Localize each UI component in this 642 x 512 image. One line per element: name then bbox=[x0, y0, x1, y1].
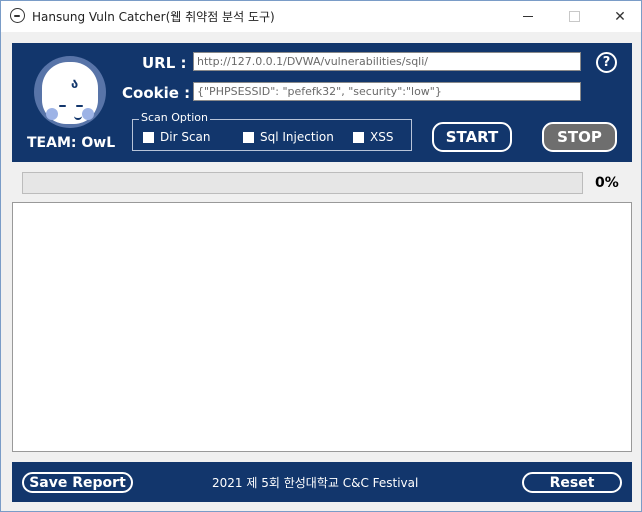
owl-eye-right bbox=[76, 105, 83, 107]
minimize-icon bbox=[523, 16, 533, 17]
app-icon bbox=[10, 8, 25, 23]
owl-tuft: ა bbox=[71, 77, 79, 92]
scan-option-legend: Scan Option bbox=[139, 111, 210, 124]
owl-face: ა bbox=[42, 62, 98, 124]
xss-checkbox[interactable] bbox=[353, 131, 364, 143]
url-input[interactable] bbox=[193, 52, 581, 71]
save-report-button[interactable]: Save Report bbox=[22, 472, 133, 493]
title-bar: Hansung Vuln Catcher(웹 취약점 분석 도구) ✕ bbox=[1, 1, 641, 32]
dir-scan-checkbox[interactable] bbox=[143, 131, 154, 143]
dir-scan-label: Dir Scan bbox=[160, 130, 211, 144]
reset-button[interactable]: Reset bbox=[522, 472, 622, 493]
sql-injection-checkbox[interactable] bbox=[243, 131, 254, 143]
footer-panel: Save Report 2021 제 5회 한성대학교 C&C Festival… bbox=[12, 462, 632, 502]
cookie-label: Cookie : bbox=[122, 84, 191, 102]
scan-option-group: Scan Option Dir Scan Sql Injection XSS bbox=[132, 111, 412, 151]
start-button[interactable]: START bbox=[432, 122, 512, 152]
help-button[interactable]: ? bbox=[596, 52, 617, 73]
close-button[interactable]: ✕ bbox=[597, 1, 642, 32]
sql-injection-label: Sql Injection bbox=[260, 130, 334, 144]
cookie-input[interactable] bbox=[193, 82, 581, 101]
result-log[interactable] bbox=[12, 202, 632, 452]
url-label: URL : bbox=[142, 54, 187, 72]
owl-eye-left bbox=[59, 105, 66, 107]
maximize-button bbox=[551, 1, 597, 32]
festival-caption: 2021 제 5회 한성대학교 C&C Festival bbox=[212, 476, 419, 490]
progress-percent: 0% bbox=[595, 175, 619, 191]
close-icon: ✕ bbox=[614, 8, 626, 25]
help-icon: ? bbox=[602, 55, 611, 70]
xss-label: XSS bbox=[370, 130, 394, 144]
team-label: TEAM: OwL bbox=[27, 135, 116, 151]
progress-bar bbox=[22, 172, 583, 194]
window-title: Hansung Vuln Catcher(웹 취약점 분석 도구) bbox=[32, 10, 275, 24]
minimize-button[interactable] bbox=[505, 1, 551, 32]
owl-cheek-left bbox=[46, 108, 58, 120]
owl-logo: ა bbox=[34, 56, 106, 128]
owl-mouth bbox=[74, 114, 82, 120]
input-panel: ა TEAM: OwL URL : ? Cookie : Scan Option… bbox=[12, 43, 632, 162]
dir-scan-option[interactable]: Dir Scan bbox=[143, 130, 211, 144]
owl-cheek-right bbox=[82, 108, 94, 120]
app-window: Hansung Vuln Catcher(웹 취약점 분석 도구) ✕ ა TE… bbox=[0, 0, 642, 512]
maximize-icon bbox=[568, 11, 580, 22]
sql-injection-option[interactable]: Sql Injection bbox=[243, 130, 334, 144]
xss-option[interactable]: XSS bbox=[353, 130, 394, 144]
stop-button[interactable]: STOP bbox=[542, 122, 617, 152]
